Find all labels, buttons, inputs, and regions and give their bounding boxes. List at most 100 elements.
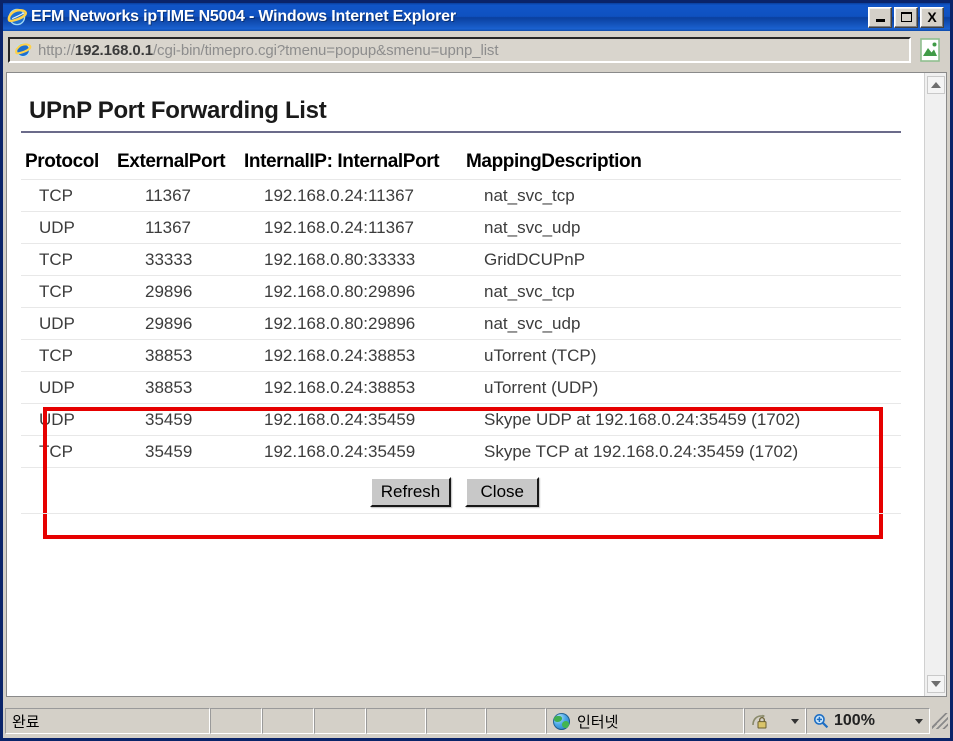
browser-content-area: UPnP Port Forwarding List Protocol Exter… xyxy=(6,72,947,697)
zoom-pane[interactable]: 100% xyxy=(806,708,930,734)
table-row: TCP 38853 192.168.0.24:38853 uTorrent (T… xyxy=(21,339,901,372)
cell-mapping-description: Skype TCP at 192.168.0.24:35459 (1702) xyxy=(464,435,901,468)
url-scheme: http:// xyxy=(38,41,75,59)
close-page-button[interactable]: Close xyxy=(465,477,540,507)
title-divider xyxy=(21,131,901,133)
security-zone-label: 인터넷 xyxy=(577,713,619,731)
table-header-row: Protocol ExternalPort InternalIP: Intern… xyxy=(21,145,901,180)
upnp-port-forwarding-table: Protocol ExternalPort InternalIP: Intern… xyxy=(21,145,901,468)
cell-internal-ip-port: 192.168.0.80:29896 xyxy=(242,275,464,308)
upnp-page: UPnP Port Forwarding List Protocol Exter… xyxy=(7,73,924,696)
status-bar: 완료 인터넷 100% xyxy=(3,704,950,738)
title-bar[interactable]: EFM Networks ipTIME N5004 - Windows Inte… xyxy=(3,3,950,31)
close-button[interactable]: X xyxy=(920,6,944,28)
page-title: UPnP Port Forwarding List xyxy=(29,97,327,124)
cell-mapping-description: nat_svc_udp xyxy=(464,307,901,340)
url-host: 192.168.0.1 xyxy=(74,41,153,59)
magnifier-icon xyxy=(813,713,829,729)
globe-icon xyxy=(553,712,570,730)
refresh-button[interactable]: Refresh xyxy=(369,477,452,507)
cell-external-port: 35459 xyxy=(113,403,242,436)
url-text: http://192.168.0.1/cgi-bin/timepro.cgi?t… xyxy=(38,41,499,59)
cell-protocol: TCP xyxy=(21,243,113,276)
zoom-level-label: 100% xyxy=(834,712,875,729)
minimize-button[interactable] xyxy=(868,6,892,28)
browser-window: EFM Networks ipTIME N5004 - Windows Inte… xyxy=(0,0,953,741)
address-input[interactable]: http://192.168.0.1/cgi-bin/timepro.cgi?t… xyxy=(8,37,911,63)
column-header-external-port: ExternalPort xyxy=(117,151,226,172)
column-header-internal-ip-port: InternalIP: InternalPort xyxy=(244,151,440,172)
address-bar: http://192.168.0.1/cgi-bin/timepro.cgi?t… xyxy=(3,31,950,69)
cell-external-port: 38853 xyxy=(113,371,242,404)
window-title: EFM Networks ipTIME N5004 - Windows Inte… xyxy=(31,8,456,25)
cell-mapping-description: Skype UDP at 192.168.0.24:35459 (1702) xyxy=(464,403,901,436)
cell-protocol: UDP xyxy=(21,371,113,404)
url-path: /cgi-bin/timepro.cgi?tmenu=popup&smenu=u… xyxy=(152,41,499,59)
table-row: UDP 11367 192.168.0.24:11367 nat_svc_udp xyxy=(21,211,901,244)
cell-mapping-description: nat_svc_tcp xyxy=(464,179,901,212)
lock-icon xyxy=(751,713,769,730)
table-header: Protocol ExternalPort InternalIP: Intern… xyxy=(21,145,901,180)
cell-external-port: 29896 xyxy=(113,275,242,308)
cell-mapping-description: GridDCUPnP xyxy=(464,243,901,276)
close-icon: X xyxy=(927,9,937,25)
cell-external-port: 29896 xyxy=(113,307,242,340)
button-row: Refresh Close xyxy=(7,477,902,507)
status-segment-6 xyxy=(486,708,546,734)
cell-protocol: TCP xyxy=(21,179,113,212)
status-segment-5 xyxy=(426,708,486,734)
cell-external-port: 35459 xyxy=(113,435,242,468)
zoom-dropdown-caret[interactable] xyxy=(915,718,923,724)
table-row: TCP 11367 192.168.0.24:11367 nat_svc_tcp xyxy=(21,179,901,212)
cell-protocol: TCP xyxy=(21,435,113,468)
status-segment-1 xyxy=(210,708,262,734)
cell-internal-ip-port: 192.168.0.80:33333 xyxy=(242,243,464,276)
column-header-mapping-description: MappingDescription xyxy=(466,151,642,172)
protected-mode-pane[interactable] xyxy=(744,708,806,734)
cell-mapping-description: uTorrent (UDP) xyxy=(464,371,901,404)
cell-external-port: 38853 xyxy=(113,339,242,372)
table-row: UDP 29896 192.168.0.80:29896 nat_svc_udp xyxy=(21,307,901,340)
cell-protocol: UDP xyxy=(21,307,113,340)
column-header-protocol: Protocol xyxy=(25,151,99,172)
page-image-icon xyxy=(920,38,940,62)
cell-protocol: TCP xyxy=(21,339,113,372)
cell-mapping-description: nat_svc_tcp xyxy=(464,275,901,308)
page-image-icon-button[interactable] xyxy=(915,36,945,64)
cell-mapping-description: uTorrent (TCP) xyxy=(464,339,901,372)
address-page-icon xyxy=(14,41,32,59)
cell-internal-ip-port: 192.168.0.24:11367 xyxy=(242,211,464,244)
vertical-scrollbar[interactable] xyxy=(924,73,946,696)
status-segment-2 xyxy=(262,708,314,734)
button-row-divider xyxy=(21,513,901,514)
security-zone-pane[interactable]: 인터넷 xyxy=(546,708,744,734)
cell-internal-ip-port: 192.168.0.24:38853 xyxy=(242,371,464,404)
cell-external-port: 11367 xyxy=(113,211,242,244)
protected-mode-dropdown-caret[interactable] xyxy=(791,718,799,724)
table-row: UDP 38853 192.168.0.24:38853 uTorrent (U… xyxy=(21,371,901,404)
table-row: TCP 33333 192.168.0.80:33333 GridDCUPnP xyxy=(21,243,901,276)
cell-external-port: 33333 xyxy=(113,243,242,276)
status-segment-4 xyxy=(366,708,426,734)
resize-grip[interactable] xyxy=(932,713,948,729)
internet-explorer-icon xyxy=(7,7,27,27)
status-segment-3 xyxy=(314,708,366,734)
table-row: TCP 35459 192.168.0.24:35459 Skype TCP a… xyxy=(21,435,901,468)
scroll-up-button[interactable] xyxy=(927,76,945,94)
triangle-down-icon xyxy=(931,681,941,687)
triangle-up-icon xyxy=(931,82,941,88)
cell-internal-ip-port: 192.168.0.24:11367 xyxy=(242,179,464,212)
cell-internal-ip-port: 192.168.0.24:35459 xyxy=(242,435,464,468)
table-body: TCP 11367 192.168.0.24:11367 nat_svc_tcp… xyxy=(21,179,901,468)
cell-protocol: UDP xyxy=(21,211,113,244)
cell-internal-ip-port: 192.168.0.24:35459 xyxy=(242,403,464,436)
cell-protocol: TCP xyxy=(21,275,113,308)
cell-mapping-description: nat_svc_udp xyxy=(464,211,901,244)
scroll-down-button[interactable] xyxy=(927,675,945,693)
table-row: TCP 29896 192.168.0.80:29896 nat_svc_tcp xyxy=(21,275,901,308)
cell-external-port: 11367 xyxy=(113,179,242,212)
cell-protocol: UDP xyxy=(21,403,113,436)
cell-internal-ip-port: 192.168.0.24:38853 xyxy=(242,339,464,372)
table-row: UDP 35459 192.168.0.24:35459 Skype UDP a… xyxy=(21,403,901,436)
maximize-button[interactable] xyxy=(894,6,918,28)
